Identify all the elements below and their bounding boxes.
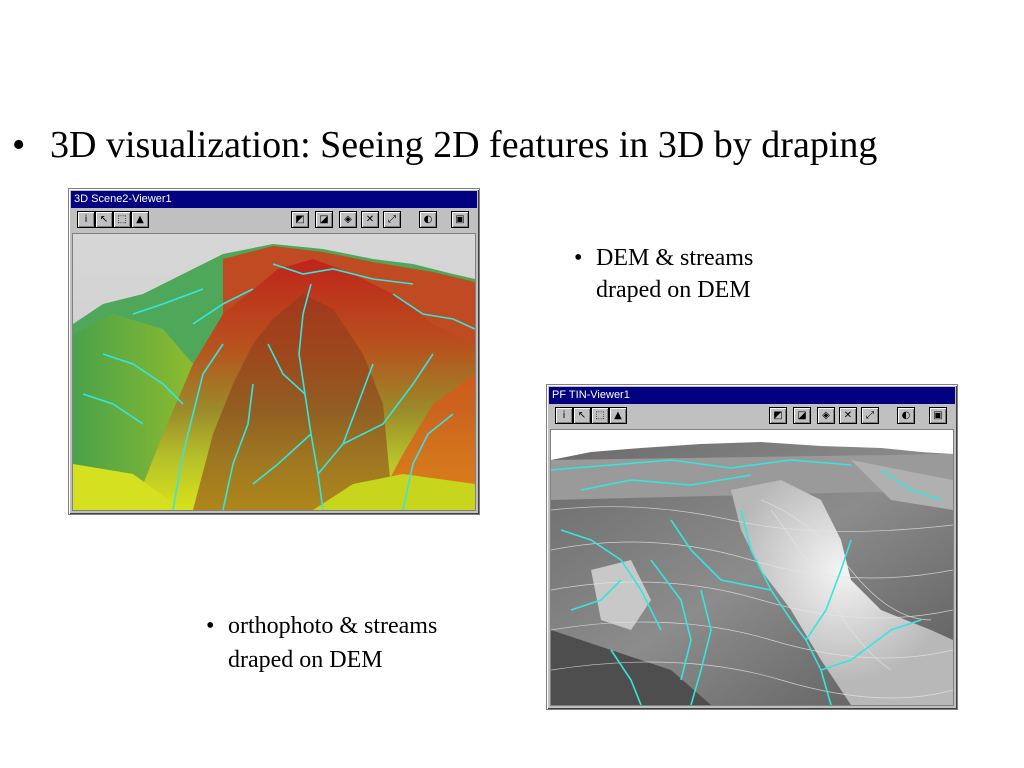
select-features-icon[interactable]: ⬚: [113, 211, 131, 228]
select-icon[interactable]: ↖: [573, 407, 591, 424]
add-data-icon[interactable]: ◩: [769, 407, 787, 424]
fly-icon[interactable]: ◐: [419, 211, 437, 228]
ortho-viewer-title-bar[interactable]: PF TIN-Viewer1: [549, 387, 955, 404]
zoom-in-icon[interactable]: ✕: [361, 211, 379, 228]
save-icon[interactable]: ▣: [451, 211, 469, 228]
identify-icon[interactable]: i: [77, 211, 95, 228]
dem-viewer-window[interactable]: 3D Scene2-Viewer1 i ↖ ⬚ ▲ ◩ ◪ ◈ ✕ ⤢ ◐ ▣: [68, 188, 480, 515]
navigate-icon[interactable]: ◈: [339, 211, 357, 228]
dem-caption: • DEM & streams draped on DEM: [574, 242, 804, 308]
full-extent-icon[interactable]: ⤢: [383, 211, 401, 228]
dem-caption-line-2: draped on DEM: [596, 277, 751, 303]
dem-scene-canvas[interactable]: [72, 233, 476, 511]
navigate-icon[interactable]: ◈: [817, 407, 835, 424]
orthophoto-terrain-image: [551, 430, 953, 705]
bullet-dot: •: [12, 124, 26, 166]
select-features-icon[interactable]: ⬚: [591, 407, 609, 424]
zoom-in-icon[interactable]: ✕: [839, 407, 857, 424]
fly-icon[interactable]: ◐: [897, 407, 915, 424]
ortho-viewer-window[interactable]: PF TIN-Viewer1 i ↖ ⬚ ▲ ◩ ◪ ◈ ✕ ⤢ ◐ ▣: [546, 384, 958, 710]
save-icon[interactable]: ▣: [929, 407, 947, 424]
caption-bullet: •: [574, 245, 583, 271]
caption-bullet: •: [206, 613, 215, 639]
select-icon[interactable]: ↖: [95, 211, 113, 228]
dem-caption-line-1: DEM & streams: [596, 245, 754, 271]
ortho-viewer-toolbar: i ↖ ⬚ ▲ ◩ ◪ ◈ ✕ ⤢ ◐ ▣: [549, 404, 955, 426]
scene-properties-icon[interactable]: ▲: [609, 407, 627, 424]
dem-terrain-image: [73, 234, 475, 510]
ortho-caption-line-2: draped on DEM: [228, 647, 383, 673]
add-data-icon[interactable]: ◩: [291, 211, 309, 228]
scene-properties-icon[interactable]: ▲: [131, 211, 149, 228]
main-bullet-text: 3D visualization: Seeing 2D features in …: [50, 124, 878, 166]
add-layer-icon[interactable]: ◪: [315, 211, 333, 228]
identify-icon[interactable]: i: [555, 407, 573, 424]
add-layer-icon[interactable]: ◪: [793, 407, 811, 424]
dem-viewer-toolbar: i ↖ ⬚ ▲ ◩ ◪ ◈ ✕ ⤢ ◐ ▣: [71, 208, 477, 230]
ortho-scene-canvas[interactable]: [550, 429, 954, 706]
dem-viewer-title-bar[interactable]: 3D Scene2-Viewer1: [71, 191, 477, 208]
ortho-caption-line-1: orthophoto & streams: [228, 613, 438, 639]
ortho-caption: • orthophoto & streams draped on DEM: [206, 610, 496, 676]
full-extent-icon[interactable]: ⤢: [861, 407, 879, 424]
